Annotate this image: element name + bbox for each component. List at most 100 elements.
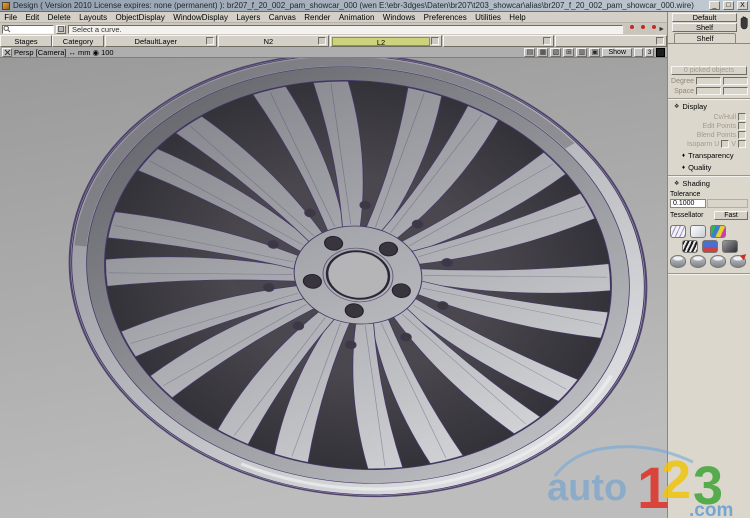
tolerance-alt-field[interactable] [707,199,748,208]
menu-delete[interactable]: Delete [43,13,75,22]
show-button[interactable]: Show [602,48,632,57]
title-bar: Design ( Version 2010 License expires: n… [0,0,750,12]
menu-help[interactable]: Help [505,13,530,22]
menu-objectdisplay[interactable]: ObjectDisplay [111,13,169,22]
cylinder-icon[interactable] [710,255,726,268]
stage-tab-category[interactable]: Category [52,35,104,47]
default-button[interactable]: Default [672,13,737,22]
display-section-header[interactable]: ❖ Display [668,99,750,112]
model-view-icon[interactable]: ▦ [537,48,548,57]
snap-magnet-icon[interactable]: ▣ [589,48,600,57]
play-icon[interactable]: ► [658,25,665,34]
wireframe-patch-icon[interactable] [670,225,686,238]
stage-tab-stages[interactable]: Stages [0,35,52,47]
menu-windows[interactable]: Windows [379,13,420,22]
option-checkbox[interactable] [738,122,746,130]
space-field-2[interactable] [723,87,748,95]
layer-label[interactable]: L2 [332,37,430,46]
dark-patch-icon[interactable] [722,240,738,253]
construction-history-icon-1[interactable] [625,25,634,34]
toggle-quality[interactable]: ♦Quality [682,163,750,172]
hand-icon[interactable] [738,13,749,33]
degree-row: Degree [668,77,748,85]
shelf-button[interactable]: Shelf [672,23,737,32]
option-checkbox[interactable] [721,140,729,148]
layer-checkbox[interactable] [543,37,551,45]
viewport-close-icon[interactable] [2,48,12,57]
multicolor-patch-icon[interactable] [710,225,726,238]
window-list-icon[interactable]: ▧ [550,48,561,57]
menu-preferences[interactable]: Preferences [419,13,471,22]
cylinder-icon[interactable] [690,255,706,268]
space-row: Space [668,87,748,95]
eye-icon[interactable]: ◉ [93,48,100,57]
layer-cell-defaultlayer[interactable]: DefaultLayer [105,35,217,47]
layer-label[interactable]: N2 [220,37,318,46]
layer-checkbox[interactable] [206,37,214,45]
maximize-button[interactable]: □ [723,1,734,10]
shelf-well[interactable] [668,43,750,58]
close-button[interactable]: X [737,1,748,10]
menu-layouts[interactable]: Layouts [75,13,111,22]
display-section-title: Display [682,102,707,111]
layer-cell-empty-4[interactable] [555,35,667,47]
viewport-small-button-1[interactable] [634,48,643,57]
display-toggles: ♦Transparency ♦Quality [668,148,750,172]
degree-field-1[interactable] [696,77,721,85]
shading-section-header[interactable]: ❖ Shading [668,176,750,189]
striped-patch-icon[interactable] [682,240,698,253]
construction-history-icon-3[interactable] [647,25,656,34]
option-checkbox[interactable] [738,113,746,121]
layer-label[interactable] [557,37,655,46]
layer-label[interactable]: DefaultLayer [107,37,205,46]
minimize-button[interactable]: _ [709,1,720,10]
space-field-1[interactable] [696,87,721,95]
menu-render[interactable]: Render [300,13,335,22]
shading-bullet-icon: ❖ [674,181,679,187]
shade-toggle-icon[interactable]: ▤ [524,48,535,57]
wheel-3d-model[interactable] [0,58,667,518]
stage-layer-bar: StagesCategory DefaultLayer N2 L2 [0,35,667,47]
perspective-viewport[interactable] [0,58,667,518]
stage-tabs: StagesCategory [0,35,104,47]
construction-history-icon-2[interactable] [636,25,645,34]
quick-search-input[interactable] [2,25,54,34]
layer-checkbox[interactable] [431,37,439,45]
viewport-small-button-2[interactable]: 3 [645,48,654,57]
tolerance-row: 0.1000 [670,199,748,208]
snap-grid-icon[interactable]: ▥ [576,48,587,57]
option-extra-checkbox[interactable] [738,140,746,148]
degree-field-2[interactable] [723,77,748,85]
menu-animation[interactable]: Animation [335,13,379,22]
shelf-tab[interactable]: Shelf [674,33,736,43]
tessellator-value[interactable]: Fast [714,211,748,220]
cylinder-arrow-icon[interactable] [730,255,746,268]
menu-file[interactable]: File [0,13,21,22]
menu-windowdisplay[interactable]: WindowDisplay [169,13,232,22]
tessellator-label: Tessellator [670,212,714,219]
display-option-blend-points: Blend Points [668,131,746,139]
layer-label[interactable] [445,37,543,46]
layer-checkbox[interactable] [318,37,326,45]
menu-canvas[interactable]: Canvas [265,13,301,22]
viewport-shade-swatch-icon[interactable] [656,48,665,57]
cylinder-icon[interactable] [670,255,686,268]
blue-red-patch-icon[interactable] [702,240,718,253]
units-label: mm [78,48,91,57]
layer-cell-n2[interactable]: N2 [218,35,330,47]
menu-edit[interactable]: Edit [21,13,43,22]
layer-cell-empty-3[interactable] [443,35,555,47]
white-patch-icon[interactable] [690,225,706,238]
layer-checkbox[interactable] [656,37,664,45]
tolerance-input[interactable]: 0.1000 [670,199,706,208]
display-option-edit-points: Edit Points [668,122,746,130]
prompt-options-button[interactable] [56,25,66,34]
main-content: FileEditDeleteLayoutsObjectDisplayWindow… [0,12,750,518]
toggle-transparency[interactable]: ♦Transparency [682,151,750,160]
grid-toggle-icon[interactable]: ⊞ [563,48,574,57]
menu-layers[interactable]: Layers [232,13,264,22]
layer-cell-l2[interactable]: L2 [330,35,442,47]
option-checkbox[interactable] [738,131,746,139]
camera-label[interactable]: Persp [Camera] [14,48,67,57]
menu-utilities[interactable]: Utilities [471,13,505,22]
